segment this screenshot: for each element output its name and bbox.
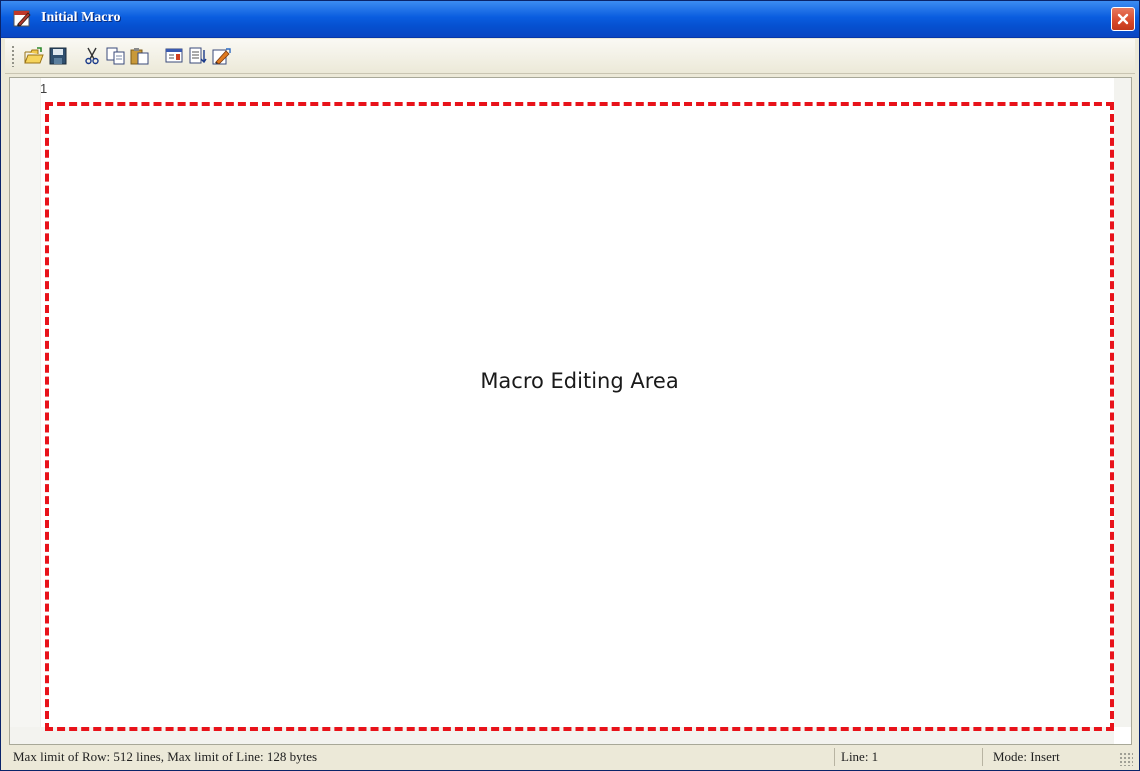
open-icon	[24, 47, 44, 64]
resize-grip[interactable]	[1119, 752, 1133, 766]
close-icon	[1117, 13, 1129, 25]
cut-button[interactable]	[81, 45, 103, 67]
goto-line-button[interactable]	[187, 45, 209, 67]
status-line: Line: 1	[835, 748, 983, 766]
status-bar: Max limit of Row: 512 lines, Max limit o…	[5, 746, 1135, 768]
status-mode: Mode: Insert	[993, 749, 1060, 764]
line-number: 1	[40, 81, 48, 96]
macro-app-icon	[13, 9, 32, 28]
title-bar[interactable]: Initial Macro	[1, 1, 1139, 38]
compile-icon	[212, 48, 231, 65]
macro-window: Initial Macro 1 Macro Editing Area Max l…	[0, 0, 1140, 771]
macro-editing-area-label: Macro Editing Area	[480, 369, 679, 393]
status-limits: Max limit of Row: 512 lines, Max limit o…	[9, 748, 835, 766]
close-button[interactable]	[1111, 7, 1135, 31]
goto-line-icon	[189, 47, 207, 64]
save-icon	[49, 47, 67, 65]
window-title: Initial Macro	[41, 10, 121, 25]
compile-button[interactable]	[211, 45, 233, 67]
cut-icon	[85, 47, 99, 65]
paste-icon	[130, 48, 149, 65]
line-number-gutter	[10, 78, 41, 744]
find-button[interactable]	[163, 45, 185, 67]
macro-editing-area[interactable]: Macro Editing Area	[45, 102, 1114, 731]
find-icon	[165, 48, 183, 63]
toolbar	[5, 39, 1135, 74]
copy-icon	[106, 47, 125, 65]
macro-editor[interactable]: 1 Macro Editing Area	[9, 77, 1132, 745]
save-button[interactable]	[47, 45, 69, 67]
open-button[interactable]	[23, 45, 45, 67]
vertical-scrollbar[interactable]	[1114, 78, 1131, 727]
toolbar-grip[interactable]	[11, 45, 15, 67]
paste-button[interactable]	[129, 45, 151, 67]
copy-button[interactable]	[105, 45, 127, 67]
